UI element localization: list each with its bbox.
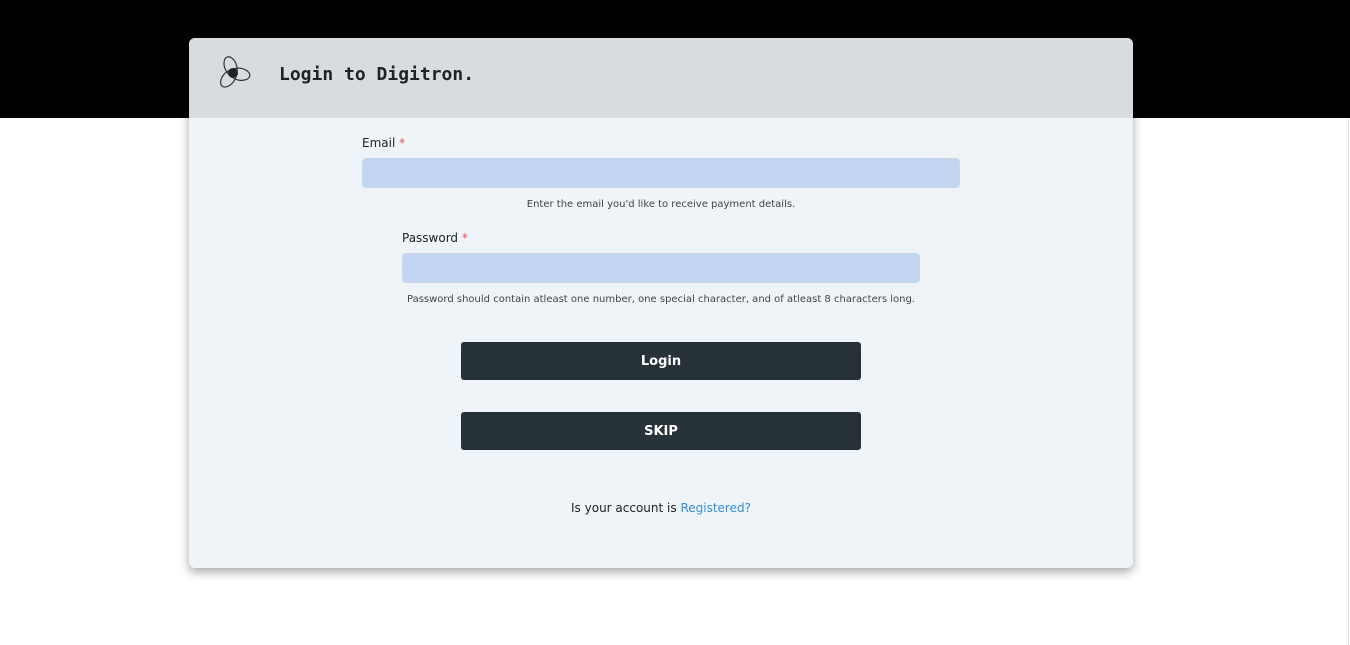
password-label: Password * bbox=[402, 231, 468, 245]
login-button[interactable]: Login bbox=[461, 342, 861, 380]
register-prompt: Is your account is Registered? bbox=[189, 501, 1133, 515]
password-help-text: Password should contain atleast one numb… bbox=[407, 294, 915, 305]
email-label: Email * bbox=[362, 136, 405, 150]
skip-button[interactable]: SKIP bbox=[461, 412, 861, 450]
registered-link[interactable]: Registered? bbox=[680, 501, 751, 515]
email-label-text: Email bbox=[362, 136, 396, 150]
password-label-text: Password bbox=[402, 231, 459, 245]
register-prompt-text: Is your account is bbox=[571, 501, 677, 515]
password-input[interactable] bbox=[402, 253, 920, 283]
email-help-text: Enter the email you'd like to receive pa… bbox=[526, 199, 796, 210]
card-header: Login to Digitron. bbox=[189, 38, 1133, 118]
required-mark: * bbox=[399, 136, 406, 150]
login-card: Login to Digitron. Email * Enter the ema… bbox=[189, 38, 1133, 568]
digitron-logo-icon bbox=[219, 56, 251, 88]
page-title: Login to Digitron. bbox=[279, 64, 475, 85]
required-mark: * bbox=[461, 231, 468, 245]
scrollbar-track[interactable] bbox=[1348, 118, 1349, 645]
email-input[interactable] bbox=[362, 158, 960, 188]
